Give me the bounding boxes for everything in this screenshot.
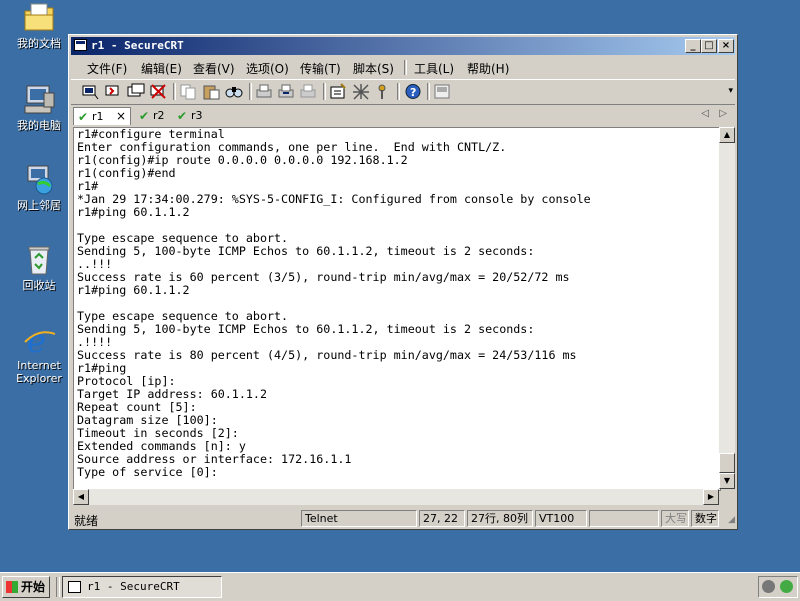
keymap-icon[interactable] [373, 83, 391, 100]
tab-close-button[interactable]: × [116, 108, 126, 125]
status-terminal-size: 27行, 80列 [467, 510, 533, 527]
status-ready: 就绪 [74, 514, 99, 528]
securecrt-app-icon [74, 39, 87, 51]
menu-transfer[interactable]: 传输(T) [300, 60, 341, 77]
toolbar-separator [397, 83, 400, 100]
menu-file[interactable]: 文件(F) [87, 60, 127, 77]
tab-r1[interactable]: ✔ r1 × [73, 107, 131, 125]
vertical-scrollbar[interactable]: ▲ ▼ [719, 127, 735, 489]
title-bar[interactable]: r1 - SecureCRT _ □ × [71, 37, 735, 55]
tab-scroll-right-button[interactable]: ▷ [719, 108, 727, 119]
print-selection-icon[interactable] [277, 83, 295, 100]
desktop-icon-my-computer[interactable]: 我的电脑 [6, 84, 72, 132]
recycle-bin-icon [22, 244, 56, 276]
check-icon: ✔ [177, 109, 188, 123]
menu-bar: 文件(F) 编辑(E) 查看(V) 选项(O) 传输(T) 脚本(S) 工具(L… [71, 57, 735, 77]
desktop-icon-recycle-bin[interactable]: 回收站 [6, 244, 72, 292]
tab-label: r3 [191, 109, 203, 122]
scroll-left-button[interactable]: ◀ [73, 489, 89, 505]
status-empty-field [589, 510, 659, 527]
quick-connect-icon[interactable] [104, 83, 122, 100]
taskbar-item-label: r1 - SecureCRT [87, 580, 180, 593]
status-protocol: Telnet [301, 510, 417, 527]
start-label: 开始 [21, 580, 46, 594]
tab-r2[interactable]: ✔ r2 [135, 107, 171, 125]
status-num-lock: 数字 [691, 510, 719, 527]
securecrt-window: r1 - SecureCRT _ □ × 文件(F) 编辑(E) 查看(V) 选… [68, 34, 738, 530]
tab-r3[interactable]: ✔ r3 [173, 107, 209, 125]
toolbar-separator [173, 83, 176, 100]
svg-text:?: ? [410, 86, 416, 99]
disconnect-icon[interactable] [149, 83, 167, 100]
taskbar: 开始 r1 - SecureCRT [0, 572, 800, 601]
tab-label: r1 [92, 110, 104, 123]
terminal-output[interactable]: r1#configure terminal Enter configuratio… [73, 127, 721, 491]
securecrt-app-icon [68, 581, 81, 593]
toolbar-separator [427, 83, 430, 100]
window-title: r1 - SecureCRT [91, 39, 184, 52]
help-icon[interactable]: ? [404, 83, 422, 100]
print-setup-icon[interactable] [255, 83, 273, 100]
menu-tools[interactable]: 工具(L) [414, 60, 454, 77]
menu-options[interactable]: 选项(O) [246, 60, 289, 77]
tab-label: r2 [153, 109, 165, 122]
scroll-down-button[interactable]: ▼ [719, 473, 735, 489]
scroll-up-button[interactable]: ▲ [719, 127, 735, 143]
print-icon[interactable] [299, 83, 317, 100]
global-options-icon[interactable] [352, 83, 370, 100]
toolbar-overflow-icon[interactable]: ▾ [728, 86, 733, 96]
menu-view[interactable]: 查看(V) [193, 60, 235, 77]
maximize-button[interactable]: □ [701, 39, 717, 53]
toolbar: ? ▾ [71, 79, 735, 105]
volume-icon[interactable] [762, 580, 775, 593]
tab-scroll-left-button[interactable]: ◁ [701, 108, 709, 119]
internet-explorer-icon: e [22, 322, 56, 360]
connect-icon[interactable] [81, 83, 99, 100]
terminal-text: r1#configure terminal Enter configuratio… [77, 127, 591, 479]
find-icon[interactable] [225, 83, 243, 100]
horizontal-scrollbar[interactable]: ◀ ▶ [73, 489, 719, 505]
desktop-icon-my-documents[interactable]: 我的文档 [6, 2, 72, 50]
scroll-right-button[interactable]: ▶ [703, 489, 719, 505]
menu-edit[interactable]: 编辑(E) [141, 60, 182, 77]
status-cursor-position: 27, 22 [419, 510, 465, 527]
desktop-icon-label: Internet Explorer [16, 359, 62, 385]
desktop-icon-label: 我的电脑 [17, 119, 61, 132]
desktop-icon-network[interactable]: 网上邻居 [6, 164, 72, 212]
check-icon: ✔ [78, 110, 89, 124]
desktop-icon-label: 我的文档 [17, 37, 61, 50]
paste-icon[interactable] [202, 83, 220, 100]
session-options-icon[interactable] [329, 83, 347, 100]
desktop-icon-internet-explorer[interactable]: e Internet Explorer [6, 322, 72, 385]
desktop-icon-label: 回收站 [22, 279, 56, 292]
toolbar-separator [249, 83, 252, 100]
taskbar-item-securecrt[interactable]: r1 - SecureCRT [62, 576, 222, 598]
svg-text:e: e [27, 324, 46, 356]
minimize-button[interactable]: _ [685, 39, 701, 53]
close-button[interactable]: × [718, 39, 734, 53]
resize-grip-icon[interactable]: ◢ [728, 515, 735, 525]
scroll-thumb[interactable] [719, 453, 735, 473]
system-tray [758, 576, 798, 598]
chat-window-icon[interactable] [433, 83, 451, 100]
status-emulation: VT100 [535, 510, 587, 527]
session-tabs: ✔ r1 × ✔ r2 ✔ r3 ◁ ▷ [71, 105, 735, 125]
check-icon: ✔ [139, 109, 150, 123]
status-bar: 就绪 Telnet 27, 22 27行, 80列 VT100 大写 数字 ◢ [71, 509, 735, 529]
menu-script[interactable]: 脚本(S) [353, 60, 394, 77]
taskbar-separator [56, 577, 60, 597]
computer-icon [22, 84, 56, 116]
network-status-icon[interactable] [780, 580, 793, 593]
copy-icon[interactable] [179, 83, 197, 100]
desktop-icon-label: 网上邻居 [17, 199, 61, 212]
status-caps-lock: 大写 [661, 510, 689, 527]
menu-separator [404, 60, 407, 75]
windows-logo-icon [6, 581, 18, 593]
folder-icon [22, 2, 56, 34]
network-globe-icon [22, 164, 56, 196]
start-button[interactable]: 开始 [2, 576, 50, 598]
toolbar-separator [323, 83, 326, 100]
connect-tab-icon[interactable] [127, 83, 145, 100]
menu-help[interactable]: 帮助(H) [467, 60, 509, 77]
